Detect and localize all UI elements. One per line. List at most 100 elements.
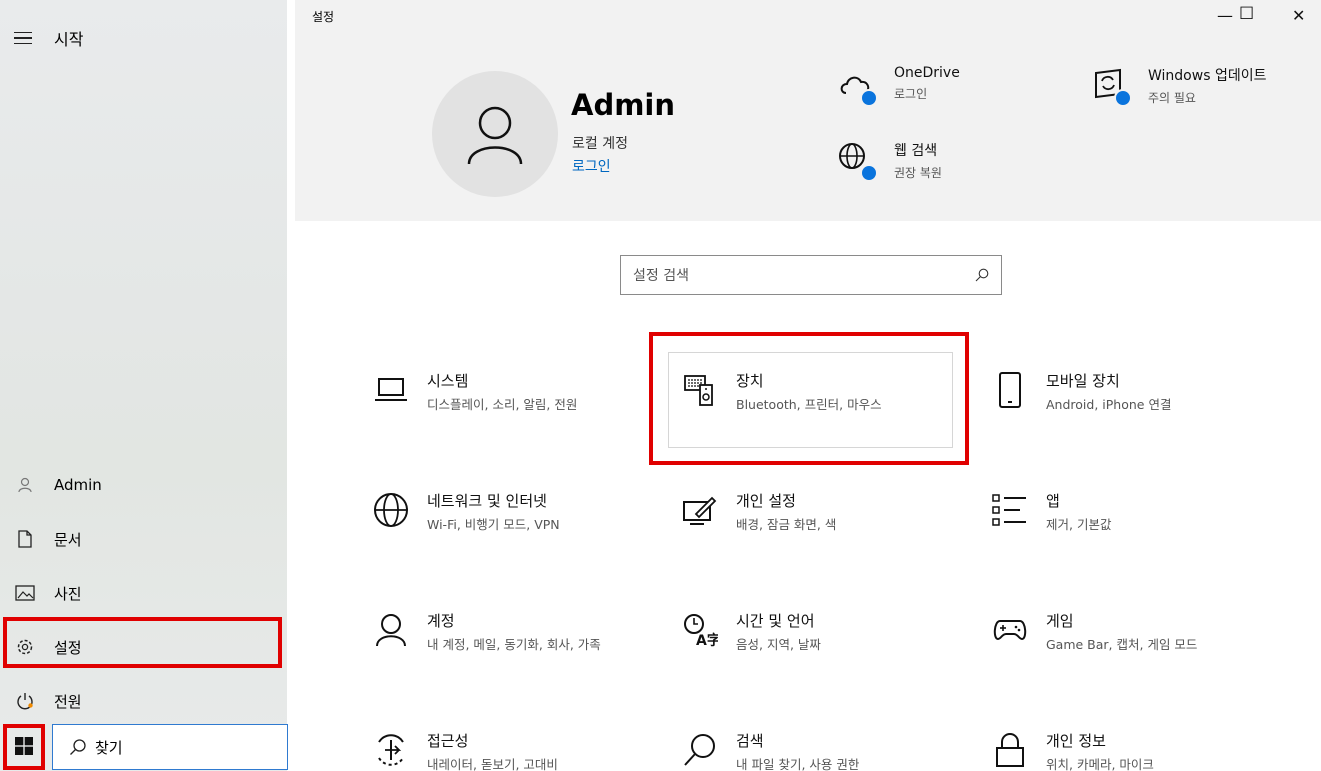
document-icon <box>14 528 36 550</box>
start-menu: 시작 Admin 문서 사진 설정 전원 <box>0 0 287 771</box>
tile-subtitle: 디스플레이, 소리, 알림, 전원 <box>427 397 578 412</box>
start-item-power[interactable]: 전원 <box>0 674 287 728</box>
status-title: OneDrive <box>894 65 960 81</box>
start-item-label: 사진 <box>54 584 82 603</box>
apps-list-icon <box>992 492 1028 528</box>
start-item-label: 설정 <box>54 638 82 657</box>
power-icon <box>14 690 36 712</box>
tile-subtitle: Game Bar, 캡처, 게임 모드 <box>1046 637 1198 652</box>
tile-subtitle: 위치, 카메라, 마이크 <box>1046 757 1154 771</box>
account-sign-in-link[interactable]: 로그인 <box>572 156 611 176</box>
tile-privacy[interactable]: 개인 정보위치, 카메라, 마이크 <box>992 730 1282 771</box>
user-icon <box>14 474 36 496</box>
tile-personalization[interactable]: 개인 설정배경, 잠금 화면, 색 <box>682 490 972 560</box>
taskbar-search-text: 찾기 <box>95 738 123 757</box>
start-item-admin[interactable]: Admin <box>0 458 287 512</box>
account-icon <box>373 612 409 648</box>
search-icon <box>682 732 718 768</box>
tile-devices[interactable]: 장치 Bluetooth, 프린터, 마우스 <box>682 370 972 440</box>
tile-subtitle: 제거, 기본값 <box>1046 517 1112 532</box>
avatar[interactable] <box>432 71 558 197</box>
start-item-label: 문서 <box>54 530 82 549</box>
windows-start-button[interactable] <box>4 725 44 767</box>
start-item-pictures[interactable]: 사진 <box>0 566 287 620</box>
laptop-icon <box>373 372 409 408</box>
tile-subtitle: 내 계정, 메일, 동기화, 회사, 가족 <box>427 637 601 652</box>
status-subtitle: 로그인 <box>894 87 928 101</box>
status-web-search[interactable]: 웹 검색 권장 복원 <box>836 140 942 182</box>
close-button[interactable]: ✕ <box>1292 6 1305 25</box>
start-title: 시작 <box>54 30 84 49</box>
tile-title: 계정 <box>427 612 455 630</box>
tile-title: 개인 정보 <box>1046 732 1106 750</box>
windows-logo-icon <box>15 737 33 755</box>
time-language-icon: A字 <box>682 612 718 648</box>
globe-icon <box>836 140 878 182</box>
tile-subtitle: 배경, 잠금 화면, 색 <box>736 517 837 532</box>
tile-subtitle: Android, iPhone 연결 <box>1046 397 1172 412</box>
svg-text:A字: A字 <box>696 632 718 648</box>
start-item-documents[interactable]: 문서 <box>0 512 287 566</box>
tile-subtitle: 내 파일 찾기, 사용 권한 <box>736 757 860 771</box>
tile-subtitle: 음성, 지역, 날짜 <box>736 637 821 652</box>
status-onedrive[interactable]: OneDrive 로그인 <box>836 65 960 107</box>
minimize-button[interactable]: — <box>1217 6 1233 25</box>
accessibility-icon <box>373 732 409 768</box>
lock-icon <box>992 732 1028 768</box>
maximize-button[interactable]: ☐ <box>1239 4 1254 24</box>
start-menu-list: Admin 문서 사진 설정 전원 <box>0 458 287 728</box>
status-subtitle: 주의 필요 <box>1148 91 1196 105</box>
start-item-label: 전원 <box>54 692 82 711</box>
cloud-icon <box>836 65 878 107</box>
hamburger-menu-icon[interactable] <box>14 31 32 45</box>
start-header: 시작 <box>14 26 83 50</box>
tile-accessibility[interactable]: 접근성내레이터, 돋보기, 고대비 <box>373 730 663 771</box>
window-title: 설정 <box>312 10 335 24</box>
tile-subtitle: Wi-Fi, 비행기 모드, VPN <box>427 517 560 532</box>
tile-title: 시간 및 언어 <box>736 612 815 630</box>
start-item-label: Admin <box>54 476 102 494</box>
phone-icon <box>992 372 1028 408</box>
gamepad-icon <box>992 612 1028 648</box>
tile-title: 접근성 <box>427 732 469 750</box>
tile-title: 앱 <box>1046 492 1060 510</box>
search-placeholder: 설정 검색 <box>633 268 689 284</box>
update-icon <box>1090 65 1132 107</box>
search-icon <box>975 268 989 282</box>
tile-search[interactable]: 검색내 파일 찾기, 사용 권한 <box>682 730 972 771</box>
paint-icon <box>682 492 718 528</box>
taskbar-search-box[interactable]: 찾기 <box>52 724 288 770</box>
user-silhouette-icon <box>467 106 523 165</box>
tile-title: 네트워크 및 인터넷 <box>427 492 547 510</box>
tile-title: 검색 <box>736 732 764 750</box>
tile-system[interactable]: 시스템디스플레이, 소리, 알림, 전원 <box>373 370 663 440</box>
tile-title: 게임 <box>1046 612 1074 630</box>
account-name: Admin <box>571 88 676 122</box>
tile-title: 시스템 <box>427 372 469 390</box>
status-subtitle: 권장 복원 <box>894 166 942 180</box>
status-windows-update[interactable]: Windows 업데이트 주의 필요 <box>1090 65 1266 107</box>
tile-title: 장치 <box>736 372 764 390</box>
tile-accounts[interactable]: 계정내 계정, 메일, 동기화, 회사, 가족 <box>373 610 663 680</box>
tile-title: 모바일 장치 <box>1046 372 1120 390</box>
status-title: Windows 업데이트 <box>1148 68 1267 84</box>
tile-title: 개인 설정 <box>736 492 796 510</box>
gear-icon <box>14 636 36 658</box>
tile-apps[interactable]: 앱제거, 기본값 <box>992 490 1282 560</box>
tile-network[interactable]: 네트워크 및 인터넷 Wi-Fi, 비행기 모드, VPN <box>373 490 663 560</box>
globe-icon <box>373 492 409 528</box>
settings-window: 설정 — ☐ ✕ Admin 로컬 계정 로그인 OneDrive 로그인 웹 … <box>295 0 1321 771</box>
devices-icon <box>682 372 718 408</box>
account-type: 로컬 계정 <box>572 136 628 152</box>
start-item-settings[interactable]: 설정 <box>0 620 287 674</box>
settings-search-input[interactable]: 설정 검색 <box>620 255 1002 295</box>
tile-subtitle: 내레이터, 돋보기, 고대비 <box>427 757 558 771</box>
status-title: 웹 검색 <box>894 143 938 159</box>
tile-gaming[interactable]: 게임 Game Bar, 캡처, 게임 모드 <box>992 610 1282 680</box>
search-icon <box>70 739 86 755</box>
tile-subtitle: Bluetooth, 프린터, 마우스 <box>736 397 882 412</box>
tile-mobile-devices[interactable]: 모바일 장치 Android, iPhone 연결 <box>992 370 1282 440</box>
tile-time-language[interactable]: A字 시간 및 언어음성, 지역, 날짜 <box>682 610 972 680</box>
taskbar: 찾기 <box>0 721 288 771</box>
picture-icon <box>14 582 36 604</box>
